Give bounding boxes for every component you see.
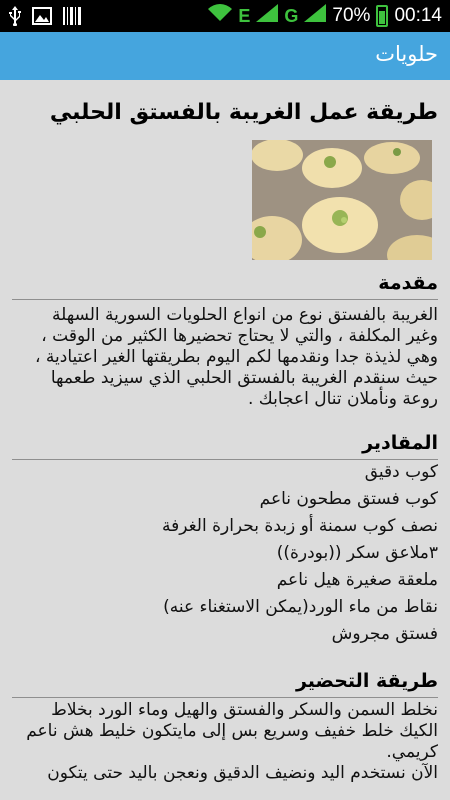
intro-line: حيث سنقدم الغريبة بالفستق الحلبي الذي سي…: [50, 368, 438, 388]
method-heading: طريقة التحضير: [295, 670, 438, 692]
ingredient-item: ٣ملاعق سكر ((بودرة)): [276, 543, 438, 563]
divider: [12, 459, 438, 460]
app-title: حلويات: [375, 42, 438, 66]
notification-icons: [8, 6, 82, 30]
method-paragraph: نخلط السمن والسكر والفستق والهيل وماء ال…: [12, 700, 438, 784]
article-content[interactable]: طريقة عمل الغريبة بالفستق الحلبي مقدمة ا…: [0, 80, 450, 800]
usb-icon: [8, 6, 22, 30]
network-type-g: G: [284, 5, 299, 26]
intro-line: روعة ونأملان تنال اعجابك .: [247, 389, 438, 409]
ingredient-item: فستق مجروش: [331, 624, 438, 644]
network-type-e: E: [238, 5, 251, 26]
status-bar: E G 70% 00:14: [0, 0, 450, 32]
clock: 00:14: [394, 5, 442, 26]
method-line: نخلط السمن والسكر والفستق والهيل وماء ال…: [51, 700, 438, 720]
method-line: الآن نستخدم اليد ونضيف الدقيق ونعجن بالي…: [47, 763, 438, 783]
image-icon: [32, 7, 52, 29]
battery-percent: 70%: [332, 5, 371, 26]
signal-icon: [256, 4, 279, 28]
ingredient-item: نقاط من ماء الورد(يمكن الاستغناء عنه): [163, 597, 438, 617]
system-status: E G 70% 00:14: [208, 4, 442, 28]
method-line: الكيك خلط خفيف وسريع بس إلى مايتكون خليط…: [26, 721, 438, 741]
intro-line: وغير المكلفة ، والتي لا يحتاج تحضيرها ال…: [41, 326, 438, 346]
ingredient-item: ملعقة صغيرة هيل ناعم: [276, 570, 438, 590]
divider: [12, 299, 438, 300]
barcode-icon: [62, 6, 82, 30]
article-title: طريقة عمل الغريبة بالفستق الحلبي: [49, 100, 438, 125]
ingredient-item: كوب دقيق: [364, 462, 438, 482]
recipe-image: [252, 140, 432, 260]
wifi-icon: [208, 4, 233, 28]
intro-paragraph: الغريبة بالفستق نوع من انواع الحلويات ال…: [12, 305, 438, 410]
intro-heading: مقدمة: [378, 272, 438, 294]
method-line: كريمي.: [386, 742, 438, 762]
divider: [12, 697, 438, 698]
signal-icon: [304, 4, 327, 28]
ingredient-item: نصف كوب سمنة أو زبدة بحرارة الغرفة: [161, 516, 438, 536]
intro-line: الغريبة بالفستق نوع من انواع الحلويات ال…: [51, 305, 438, 325]
ingredients-heading: المقادير: [362, 432, 438, 454]
ingredient-item: كوب فستق مطحون ناعم: [259, 489, 438, 509]
battery-icon: [376, 5, 389, 27]
app-bar: حلويات: [0, 32, 450, 80]
intro-line: وهي لذيذة جدا ونقدمها لكم اليوم بطريقتها…: [35, 347, 438, 367]
